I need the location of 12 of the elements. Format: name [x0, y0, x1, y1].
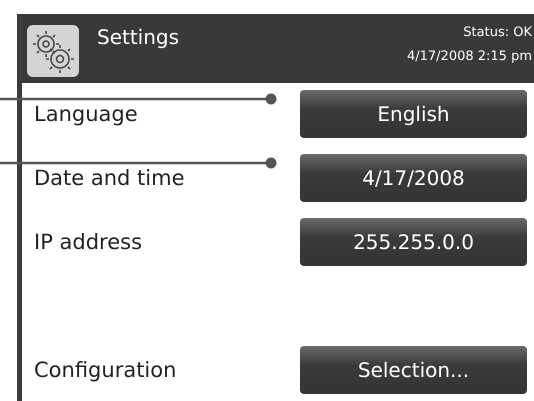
setting-label: Date and time: [34, 166, 184, 190]
status-text: Status: OK: [463, 25, 532, 40]
setting-value-button[interactable]: Selection...: [300, 346, 527, 394]
screen-title: Settings: [97, 25, 180, 49]
setting-label: Language: [34, 102, 138, 126]
setting-label: IP address: [34, 230, 142, 254]
date-time-text: 4/17/2008 2:15 pm: [406, 49, 532, 64]
gears-icon[interactable]: [27, 25, 79, 77]
setting-value-button[interactable]: 4/17/2008: [300, 154, 527, 202]
setting-value-button[interactable]: 255.255.0.0: [300, 218, 527, 266]
setting-label: Configuration: [34, 358, 176, 382]
setting-value-button[interactable]: English: [300, 90, 527, 138]
